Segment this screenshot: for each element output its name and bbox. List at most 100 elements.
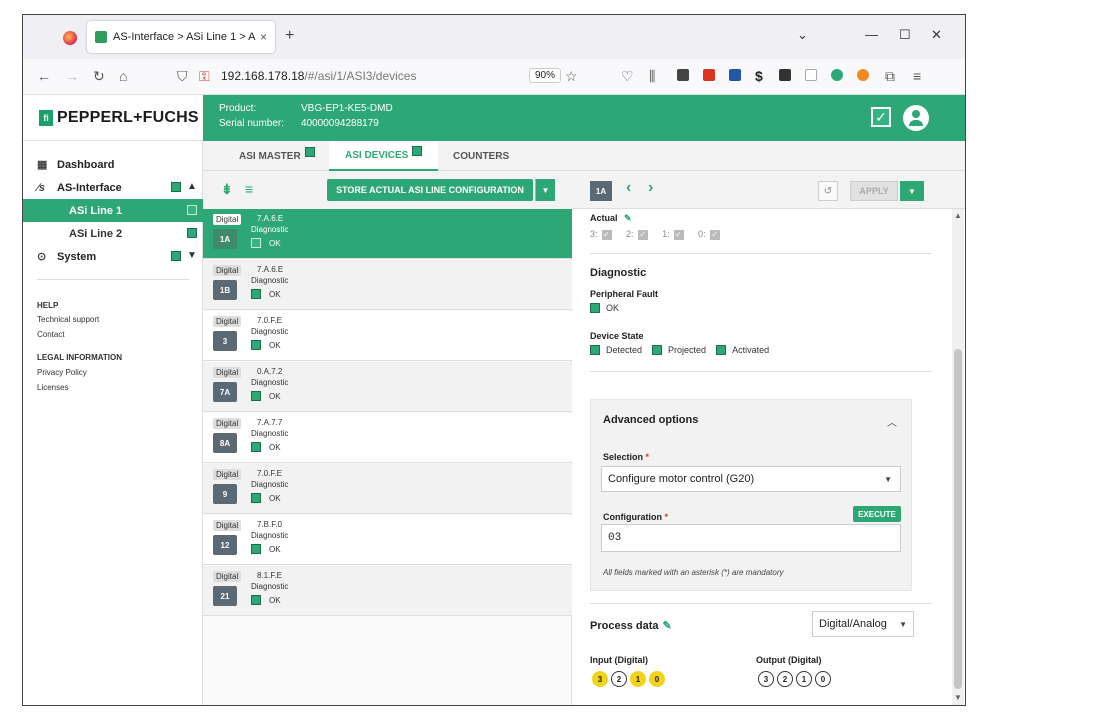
window-close-icon[interactable]: ✕ (931, 27, 942, 43)
scroll-down-icon[interactable]: ▼ (954, 693, 962, 702)
device-row[interactable]: Digital 7.A.6.E 1B Diagnostic OK (203, 260, 572, 310)
user-avatar-icon[interactable] (903, 105, 929, 131)
scroll-thumb[interactable] (954, 349, 962, 689)
tab-asi-devices[interactable]: ASI DEVICES (329, 141, 439, 171)
sidebar-item-label: Dashboard (57, 158, 115, 171)
bit-indicator[interactable]: 1 (630, 671, 646, 687)
link-privacy-policy[interactable]: Privacy Policy (37, 368, 87, 377)
device-row[interactable]: Digital 7.B.F.0 12 Diagnostic OK (203, 515, 572, 565)
device-profile: 7.A.6.E (257, 265, 284, 274)
shield-icon[interactable]: ⛉ (177, 68, 188, 85)
bit-checkbox: ✓ (601, 229, 612, 240)
bit-indicator[interactable]: 3 (758, 671, 774, 687)
previous-device-icon[interactable]: ‹ (626, 179, 631, 197)
bit-indicator[interactable]: 0 (815, 671, 831, 687)
link-contact[interactable]: Contact (37, 330, 65, 339)
sidebar-item-asi-line-2[interactable]: ASi Line 2 (23, 222, 203, 245)
actual-label: Actual ✎ (590, 213, 632, 223)
sidebar-item-asi-line-1[interactable]: ASi Line 1 (23, 199, 203, 222)
logo-mark-icon: fi (39, 109, 53, 126)
device-row[interactable]: Digital 7.A.6.E 1A Diagnostic OK (203, 209, 572, 259)
library-icon[interactable]: ⫼ (649, 68, 655, 85)
configuration-label: Configuration * (603, 512, 669, 522)
logo[interactable]: fi PEPPERL+FUCHS (23, 95, 203, 141)
extension-icon-2[interactable] (703, 69, 715, 81)
zoom-indicator[interactable]: 90% (529, 68, 562, 83)
extension-icon-4[interactable]: $ (755, 68, 763, 84)
configuration-input[interactable]: 03 (601, 524, 901, 552)
forward-icon[interactable]: → (65, 68, 79, 84)
tab-close-icon[interactable]: × (260, 30, 267, 44)
store-configuration-button[interactable]: STORE ACTUAL ASI LINE CONFIGURATION (327, 179, 533, 201)
reload-icon[interactable]: ↻ (93, 68, 105, 85)
edit-pencil-icon[interactable]: ✎ (624, 213, 632, 223)
link-licenses[interactable]: Licenses (37, 383, 69, 392)
detail-scrollbar[interactable]: ▲ ▼ (952, 209, 964, 705)
filter-icon[interactable]: ≡ (245, 181, 253, 197)
device-row[interactable]: Digital 7.0.F.E 9 Diagnostic OK (203, 464, 572, 514)
status-text: OK (269, 239, 281, 248)
status-square-icon (590, 303, 600, 313)
url-bar[interactable]: 192.168.178.18/#/asi/1/ASI3/devices (221, 69, 416, 83)
extension-icon-5[interactable] (779, 69, 791, 81)
bit-indicator[interactable]: 0 (649, 671, 665, 687)
bit-label: 2: (626, 229, 634, 239)
extension-icon-3[interactable] (729, 69, 741, 81)
execute-button[interactable]: EXECUTE (853, 506, 901, 522)
bit-indicator[interactable]: 1 (796, 671, 812, 687)
bit-indicator[interactable]: 3 (592, 671, 608, 687)
apply-button[interactable]: APPLY (850, 181, 898, 201)
menu-hamburger-icon[interactable]: ≡ (913, 68, 921, 84)
chevron-up-icon[interactable]: ▲ (187, 181, 197, 192)
process-data-mode-select[interactable]: Digital/Analog ▼ (812, 611, 914, 637)
legal-heading: LEGAL INFORMATION (37, 353, 123, 362)
extension-icon-6[interactable] (805, 69, 817, 81)
state-projected: Projected (668, 345, 707, 355)
chevron-down-icon[interactable]: ▼ (187, 250, 197, 261)
tab-counters[interactable]: COUNTERS (437, 141, 525, 171)
status-square-icon (251, 595, 261, 605)
edit-pencil-icon[interactable]: ✎ (662, 620, 671, 632)
back-icon[interactable]: ← (37, 68, 51, 84)
sidebar-item-dashboard[interactable]: ▦ Dashboard (23, 153, 203, 176)
lock-icon[interactable]: ⚿ (199, 68, 210, 85)
advanced-options-title[interactable]: Advanced options (603, 414, 698, 426)
device-row[interactable]: Digital 7.A.7.7 8A Diagnostic OK (203, 413, 572, 463)
maximize-icon[interactable]: ☐ (899, 27, 911, 43)
chevron-up-icon[interactable]: ︿ (887, 414, 897, 429)
pocket-icon[interactable]: ♡ (621, 68, 634, 85)
minimize-icon[interactable]: — (865, 27, 878, 42)
status-text: OK (606, 303, 620, 313)
apply-dropdown-caret-icon[interactable]: ▼ (900, 181, 924, 201)
sidebar-item-system[interactable]: ⊙ System ▼ (23, 245, 203, 268)
divider (590, 371, 932, 372)
undo-icon[interactable]: ↺ (818, 181, 838, 201)
diagnostic-label: Diagnostic (251, 225, 289, 234)
expand-collapse-icon[interactable]: ⇟ (221, 181, 233, 198)
status-square-icon (251, 493, 261, 503)
extension-icon-7[interactable] (831, 69, 843, 81)
bit-indicator[interactable]: 2 (777, 671, 793, 687)
next-device-icon[interactable]: › (648, 179, 653, 197)
selection-select[interactable]: Configure motor control (G20) ▼ (601, 466, 901, 492)
link-technical-support[interactable]: Technical support (37, 315, 99, 324)
logo-text: PEPPERL+FUCHS (57, 108, 199, 126)
new-tab-icon[interactable]: + (285, 27, 294, 45)
tab-asi-master[interactable]: ASI MASTER (223, 141, 331, 171)
scroll-up-icon[interactable]: ▲ (954, 211, 962, 220)
extensions-puzzle-icon[interactable]: ⧉ (885, 68, 895, 85)
sidebar-item-asi[interactable]: ∕s AS-Interface ▲ (23, 176, 203, 199)
home-icon[interactable]: ⌂ (119, 68, 127, 84)
extension-icon-8[interactable] (857, 69, 869, 81)
device-row[interactable]: Digital 0.A.7.2 7A Diagnostic OK (203, 362, 572, 412)
extension-icon-1[interactable] (677, 69, 689, 81)
browser-tab[interactable]: AS-Interface > ASi Line 1 > ASi × (87, 21, 275, 53)
store-dropdown-caret-icon[interactable]: ▼ (535, 179, 555, 201)
status-check-icon[interactable]: ✓ (871, 107, 891, 127)
bit-indicator[interactable]: 2 (611, 671, 627, 687)
device-row[interactable]: Digital 7.0.F.E 3 Diagnostic OK (203, 311, 572, 361)
bookmark-star-icon[interactable]: ☆ (565, 68, 578, 85)
tab-list-chevron-icon[interactable]: ⌄ (797, 27, 808, 43)
firefox-icon (63, 31, 77, 45)
device-row[interactable]: Digital 8.1.F.E 21 Diagnostic OK (203, 566, 572, 616)
